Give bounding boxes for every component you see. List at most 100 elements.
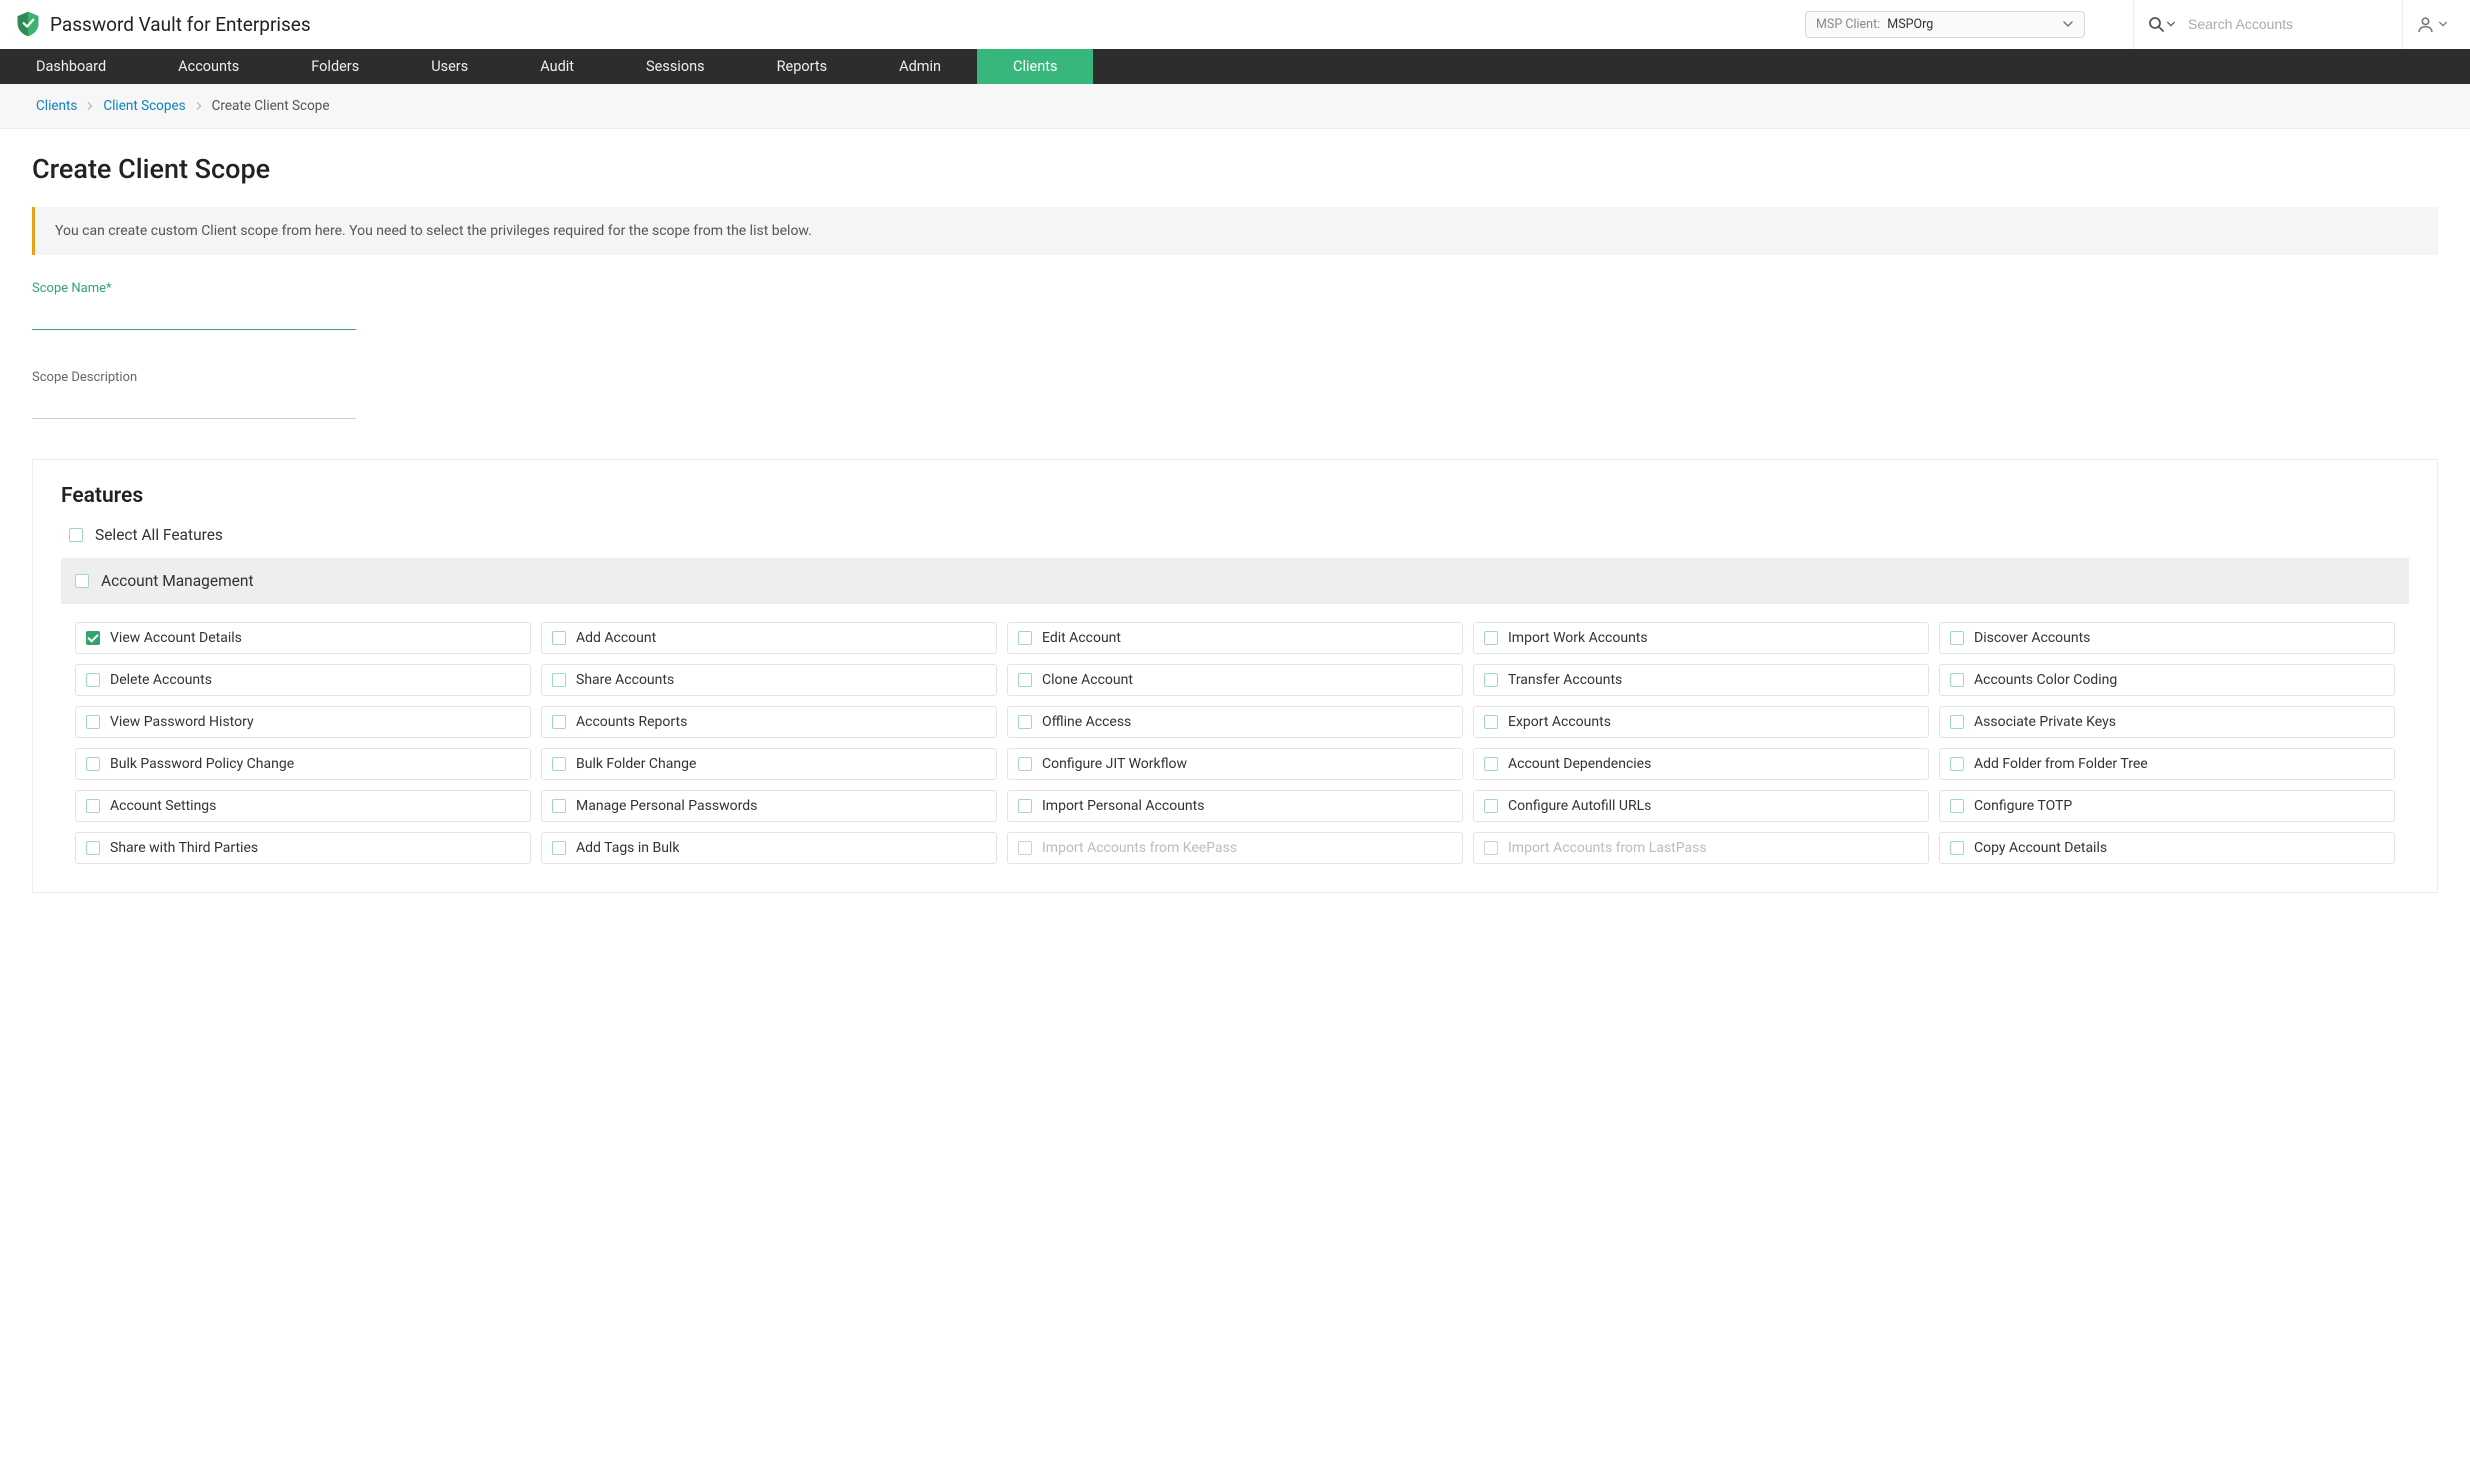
breadcrumb-item: Create Client Scope	[212, 98, 330, 114]
feature-label: Import Accounts from LastPass	[1508, 840, 1707, 856]
feature-label: Edit Account	[1042, 630, 1121, 646]
feature-item[interactable]: Import Personal Accounts	[1007, 790, 1463, 822]
chevron-down-icon	[2062, 18, 2074, 30]
feature-item[interactable]: Associate Private Keys	[1939, 706, 2395, 738]
nav-item-admin[interactable]: Admin	[863, 49, 977, 84]
feature-group-header[interactable]: Account Management	[61, 558, 2409, 604]
feature-item[interactable]: View Password History	[75, 706, 531, 738]
feature-label: Copy Account Details	[1974, 840, 2107, 856]
search-scope-button[interactable]	[2148, 16, 2176, 32]
checkbox-icon	[552, 673, 566, 687]
chevron-right-icon	[194, 101, 204, 111]
feature-item[interactable]: Import Work Accounts	[1473, 622, 1929, 654]
feature-label: Add Tags in Bulk	[576, 840, 679, 856]
checkbox-icon	[1018, 799, 1032, 813]
feature-item[interactable]: Copy Account Details	[1939, 832, 2395, 864]
content: Create Client Scope You can create custo…	[0, 129, 2470, 917]
breadcrumb-item[interactable]: Client Scopes	[103, 98, 185, 114]
msp-client-selector[interactable]: MSP Client: MSPOrg	[1805, 11, 2085, 38]
feature-item[interactable]: Transfer Accounts	[1473, 664, 1929, 696]
checkbox-icon	[86, 631, 100, 645]
checkbox-icon	[1484, 631, 1498, 645]
nav-item-users[interactable]: Users	[395, 49, 504, 84]
feature-label: Configure TOTP	[1974, 798, 2072, 814]
user-menu[interactable]	[2403, 16, 2454, 33]
feature-label: Share Accounts	[576, 672, 674, 688]
feature-item[interactable]: Configure Autofill URLs	[1473, 790, 1929, 822]
feature-label: Add Account	[576, 630, 656, 646]
feature-label: Import Accounts from KeePass	[1042, 840, 1237, 856]
feature-item[interactable]: View Account Details	[75, 622, 531, 654]
checkbox-icon	[86, 673, 100, 687]
feature-label: View Password History	[110, 714, 254, 730]
feature-label: Manage Personal Passwords	[576, 798, 757, 814]
checkbox-icon	[86, 757, 100, 771]
checkbox-icon	[69, 528, 83, 542]
feature-item: Import Accounts from KeePass	[1007, 832, 1463, 864]
scope-description-input[interactable]	[32, 391, 356, 419]
feature-label: Configure JIT Workflow	[1042, 756, 1187, 772]
chevron-down-icon	[2166, 19, 2176, 29]
app-logo: Password Vault for Enterprises	[14, 10, 311, 38]
feature-item[interactable]: Delete Accounts	[75, 664, 531, 696]
feature-item[interactable]: Manage Personal Passwords	[541, 790, 997, 822]
scope-description-label: Scope Description	[32, 370, 356, 385]
search-input[interactable]	[2188, 16, 2388, 32]
info-banner: You can create custom Client scope from …	[32, 207, 2438, 255]
checkbox-icon	[1950, 799, 1964, 813]
feature-label: Accounts Reports	[576, 714, 687, 730]
main-nav: DashboardAccountsFoldersUsersAuditSessio…	[0, 49, 2470, 84]
feature-label: Import Personal Accounts	[1042, 798, 1204, 814]
breadcrumb-item[interactable]: Clients	[36, 98, 77, 114]
feature-item[interactable]: Add Tags in Bulk	[541, 832, 997, 864]
feature-item[interactable]: Configure JIT Workflow	[1007, 748, 1463, 780]
feature-item[interactable]: Bulk Password Policy Change	[75, 748, 531, 780]
feature-item[interactable]: Accounts Reports	[541, 706, 997, 738]
checkbox-icon	[1950, 631, 1964, 645]
feature-item[interactable]: Add Account	[541, 622, 997, 654]
nav-item-sessions[interactable]: Sessions	[610, 49, 741, 84]
checkbox-icon	[552, 715, 566, 729]
checkbox-icon	[1484, 715, 1498, 729]
nav-item-clients[interactable]: Clients	[977, 49, 1093, 84]
nav-item-audit[interactable]: Audit	[504, 49, 610, 84]
feature-item[interactable]: Clone Account	[1007, 664, 1463, 696]
feature-item[interactable]: Discover Accounts	[1939, 622, 2395, 654]
nav-item-reports[interactable]: Reports	[741, 49, 864, 84]
checkbox-icon	[1950, 715, 1964, 729]
select-all-features[interactable]: Select All Features	[61, 526, 2409, 544]
feature-label: Discover Accounts	[1974, 630, 2090, 646]
checkbox-icon	[86, 799, 100, 813]
feature-item[interactable]: Configure TOTP	[1939, 790, 2395, 822]
feature-label: Account Dependencies	[1508, 756, 1651, 772]
feature-item[interactable]: Export Accounts	[1473, 706, 1929, 738]
feature-item[interactable]: Share Accounts	[541, 664, 997, 696]
feature-item[interactable]: Account Settings	[75, 790, 531, 822]
nav-item-dashboard[interactable]: Dashboard	[0, 49, 142, 84]
feature-item[interactable]: Offline Access	[1007, 706, 1463, 738]
checkbox-icon	[86, 841, 100, 855]
feature-label: Import Work Accounts	[1508, 630, 1648, 646]
feature-item[interactable]: Edit Account	[1007, 622, 1463, 654]
nav-item-folders[interactable]: Folders	[275, 49, 395, 84]
features-card: Features Select All Features Account Man…	[32, 459, 2438, 893]
feature-label: Accounts Color Coding	[1974, 672, 2117, 688]
user-icon	[2417, 16, 2434, 33]
feature-item[interactable]: Share with Third Parties	[75, 832, 531, 864]
scope-name-input[interactable]	[32, 302, 356, 330]
feature-item[interactable]: Accounts Color Coding	[1939, 664, 2395, 696]
checkbox-icon	[1950, 757, 1964, 771]
checkbox-icon	[1484, 799, 1498, 813]
feature-label: Transfer Accounts	[1508, 672, 1622, 688]
checkbox-icon	[1018, 715, 1032, 729]
msp-client-value: MSPOrg	[1887, 17, 1933, 32]
checkbox-icon	[1018, 841, 1032, 855]
feature-item[interactable]: Add Folder from Folder Tree	[1939, 748, 2395, 780]
feature-item[interactable]: Bulk Folder Change	[541, 748, 997, 780]
feature-label: Bulk Password Policy Change	[110, 756, 294, 772]
checkbox-icon	[1018, 673, 1032, 687]
nav-item-accounts[interactable]: Accounts	[142, 49, 275, 84]
page-title: Create Client Scope	[32, 153, 2438, 185]
checkbox-icon	[1484, 757, 1498, 771]
feature-item[interactable]: Account Dependencies	[1473, 748, 1929, 780]
